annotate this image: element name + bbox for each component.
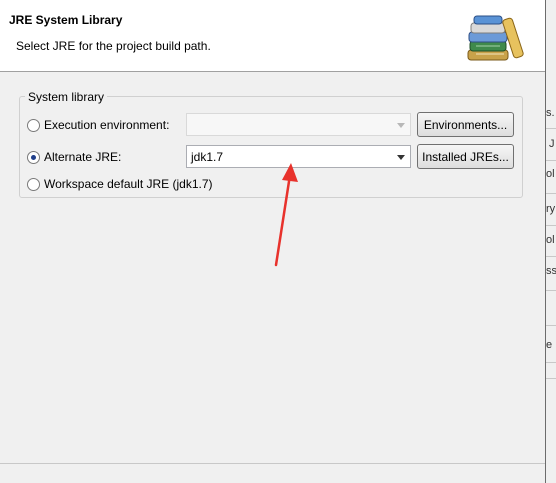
background-text-fragment: J: [549, 138, 555, 150]
installed-jres-button[interactable]: Installed JREs...: [417, 144, 514, 169]
chevron-down-icon: [397, 123, 405, 128]
system-library-group-label: System library: [25, 90, 108, 104]
radio-workspace-default-button[interactable]: [27, 177, 40, 191]
background-text-fragment: ry: [546, 203, 556, 215]
radio-execution-environment[interactable]: Execution environment:: [27, 118, 169, 132]
dialog-title: JRE System Library: [9, 13, 123, 27]
chevron-down-icon: [397, 155, 405, 160]
background-text-fragment: ol: [546, 168, 555, 180]
background-text-fragment: ol: [546, 234, 555, 246]
alternate-jre-label: Alternate JRE:: [44, 150, 122, 164]
background-text-fragment: ss: [546, 265, 556, 277]
divider: [546, 378, 556, 379]
radio-alternate-jre-button[interactable]: [27, 150, 40, 164]
divider: [0, 463, 545, 464]
divider: [546, 290, 556, 291]
background-text-fragment: e: [546, 339, 553, 351]
execution-environment-combo[interactable]: [186, 113, 411, 136]
execution-environment-label: Execution environment:: [44, 118, 170, 132]
library-books-icon: [467, 15, 524, 61]
environments-button[interactable]: Environments...: [417, 112, 514, 137]
divider: [546, 160, 556, 161]
alternate-jre-value: jdk1.7: [191, 150, 224, 164]
radio-alternate-jre[interactable]: Alternate JRE:: [27, 150, 121, 164]
red-arrow-annotation-icon: [274, 163, 298, 267]
divider: [546, 225, 556, 226]
divider: [546, 325, 556, 326]
divider: [546, 193, 556, 194]
background-text-fragment: s.: [546, 107, 555, 119]
dialog-message: Select JRE for the project build path.: [16, 39, 211, 53]
dialog-banner: JRE System Library Select JRE for the pr…: [0, 0, 545, 72]
divider: [546, 128, 556, 129]
workspace-default-jre-label: Workspace default JRE (jdk1.7): [44, 177, 213, 191]
divider: [546, 256, 556, 257]
divider: [546, 362, 556, 363]
radio-execution-environment-button[interactable]: [27, 118, 40, 132]
radio-workspace-default-jre[interactable]: Workspace default JRE (jdk1.7): [27, 177, 213, 191]
